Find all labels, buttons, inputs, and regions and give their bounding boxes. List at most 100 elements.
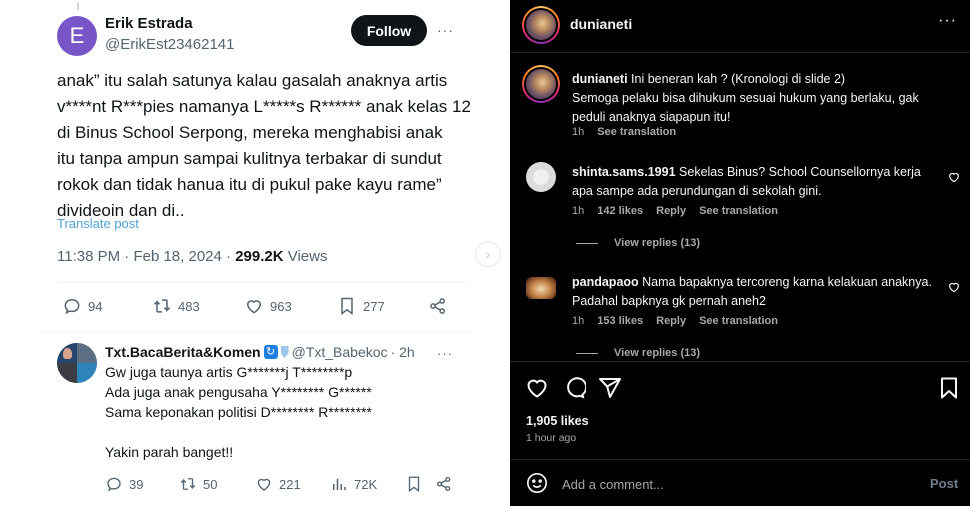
comment-reply-button[interactable]: Reply	[656, 205, 686, 217]
author-handle[interactable]: @ErikEst23462141	[105, 36, 234, 53]
like-button[interactable]: 963	[244, 296, 292, 316]
more-options-icon[interactable]: ···	[938, 12, 957, 30]
comment-like-icon[interactable]	[947, 170, 961, 184]
replies-line	[576, 352, 598, 354]
comment: shinta.sams.1991 Sekelas Binus? School C…	[572, 163, 942, 201]
post-time: 1 hour ago	[526, 432, 577, 444]
reply-count: 94	[88, 298, 103, 314]
reply-icon	[107, 477, 121, 492]
comment-like-icon[interactable]	[947, 280, 961, 294]
author-avatar[interactable]: E	[57, 16, 97, 56]
reply-icon	[64, 298, 80, 315]
share-icon[interactable]	[598, 376, 622, 400]
caption-avatar[interactable]	[522, 65, 560, 103]
bookmark-count: 277	[363, 298, 385, 314]
chevron-right-icon: ›	[485, 246, 491, 262]
caption-time: 1h	[572, 126, 585, 138]
reply-bookmark-button[interactable]	[405, 475, 423, 493]
reply-author-avatar[interactable]	[57, 343, 97, 383]
share-button[interactable]	[428, 296, 448, 316]
bookmark-icon[interactable]	[937, 376, 961, 400]
view-replies-label: View replies (13)	[614, 347, 701, 359]
caption-text: Semoga pelaku bisa dihukum sesuai hukum …	[572, 91, 919, 124]
reply-time[interactable]: · 2h	[391, 344, 415, 360]
reply-reply-button[interactable]: 39	[105, 475, 143, 493]
view-replies-label: View replies (13)	[614, 237, 701, 249]
comment-username[interactable]: shinta.sams.1991	[572, 165, 676, 179]
more-options-icon[interactable]: ···	[437, 22, 454, 38]
comment-icon[interactable]	[562, 376, 586, 400]
comment-avatar[interactable]	[526, 162, 556, 192]
comment-meta: 1h 142 likes Reply See translation	[572, 205, 778, 217]
caption-username[interactable]: dunianeti	[572, 72, 628, 86]
see-translation-link[interactable]: See translation	[699, 205, 778, 217]
tweet-body: anak” itu salah satunya kalau gasalah an…	[57, 68, 477, 224]
header-avatar[interactable]	[522, 6, 560, 44]
tweet-line: anak” itu salah satunya kalau gasalah an…	[57, 71, 448, 90]
divider	[510, 459, 970, 460]
post-button[interactable]: Post	[930, 476, 958, 491]
see-translation-link[interactable]: See translation	[699, 315, 778, 327]
comment: pandapaoo Nama bapaknya tercoreng karna …	[572, 273, 942, 311]
tweet-date[interactable]: Feb 18, 2024	[133, 248, 221, 265]
reply-author-name[interactable]: Txt.BacaBerita&Komen	[105, 344, 261, 360]
next-slide-button[interactable]: ›	[475, 241, 501, 267]
reply-more-options-icon[interactable]: ···	[437, 346, 453, 361]
like-count: 963	[270, 298, 292, 314]
thread-line	[77, 2, 79, 10]
repost-count: 483	[178, 298, 200, 314]
bookmark-icon	[408, 476, 420, 493]
views-label: Views	[287, 248, 328, 265]
translate-post-link[interactable]: Translate post	[57, 216, 139, 231]
analytics-icon	[333, 478, 346, 490]
comment-likes[interactable]: 153 likes	[597, 315, 643, 327]
tweet-line: itu tanpa ampun sampai kulitnya terbakar…	[57, 149, 442, 168]
comment-reply-button[interactable]: Reply	[656, 315, 686, 327]
reply-author-handle[interactable]: @Txt_Babekoc	[292, 344, 388, 360]
heart-icon[interactable]	[525, 376, 549, 400]
instagram-panel: dunianeti ··· dunianeti Ini beneran kah …	[510, 0, 970, 506]
comment-username[interactable]: pandapaoo	[572, 275, 639, 289]
see-translation-link[interactable]: See translation	[597, 126, 676, 138]
divider	[510, 361, 970, 362]
reply-line: Ada juga anak pengusaha Y******** G*****…	[105, 384, 372, 400]
emoji-icon[interactable]	[526, 472, 548, 494]
comment-avatar[interactable]	[526, 277, 556, 299]
likes-count[interactable]: 1,905 likes	[526, 414, 589, 428]
header-username[interactable]: dunianeti	[570, 16, 632, 32]
heart-icon	[257, 478, 271, 491]
tweet-actions: 94 483 963 277	[62, 296, 462, 318]
caption-text-line1: Ini beneran kah ? (Kronologi di slide 2)	[631, 72, 846, 86]
tweet-line: di Binus School Serpong, mereka menghabi…	[57, 123, 443, 142]
views-count: 72K	[354, 476, 378, 492]
author-name[interactable]: Erik Estrada	[105, 15, 193, 32]
comment-time: 1h	[572, 205, 585, 217]
divider	[510, 52, 970, 53]
bookmark-button[interactable]: 277	[337, 296, 385, 316]
comment-time: 1h	[572, 315, 585, 327]
reply-button[interactable]: 94	[62, 296, 102, 316]
view-replies-button[interactable]: View replies (13)	[576, 237, 700, 249]
reply-line: Sama keponakan politisi D******** R*****…	[105, 404, 372, 420]
view-replies-button[interactable]: View replies (13)	[576, 347, 700, 359]
reply-body: Gw juga taunya artis G*******j T********…	[105, 362, 372, 462]
follow-button[interactable]: Follow	[351, 15, 427, 46]
reply-share-button[interactable]	[435, 475, 453, 493]
reply-repost-button[interactable]: 50	[179, 475, 217, 493]
reply-views-button[interactable]: 72K	[330, 475, 377, 493]
tweet-line: rokok dan tidak hanua itu di pukul pake …	[57, 175, 442, 194]
views-count: 299.2K	[235, 248, 284, 265]
comment-likes[interactable]: 142 likes	[597, 205, 643, 217]
comment-input[interactable]	[562, 474, 892, 494]
reply-like-button[interactable]: 221	[255, 475, 301, 493]
repost-icon	[180, 478, 196, 490]
comment-meta: 1h 153 likes Reply See translation	[572, 315, 778, 327]
reply-line	[105, 422, 372, 442]
repost-button[interactable]: 483	[152, 296, 200, 316]
avatar-letter: E	[69, 23, 85, 48]
meta-separator: ·	[120, 248, 134, 265]
tweet-time[interactable]: 11:38 PM	[57, 248, 120, 265]
divider	[57, 282, 467, 283]
heart-icon	[246, 300, 262, 314]
repost-count: 50	[203, 476, 218, 492]
